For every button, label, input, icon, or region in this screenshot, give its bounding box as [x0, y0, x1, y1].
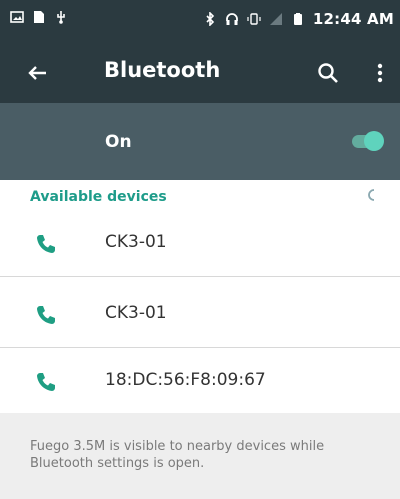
device-name: CK3-01 — [105, 303, 167, 323]
status-left-icons — [10, 10, 68, 24]
visibility-info-text: Fuego 3.5M is visible to nearby devices … — [30, 439, 325, 471]
sim-icon — [34, 11, 44, 23]
no-signal-icon — [269, 13, 282, 25]
device-name: 18:DC:56:F8:09:67 — [105, 370, 266, 390]
page-title: Bluetooth — [104, 58, 221, 82]
bluetooth-toggle-row[interactable]: On — [0, 103, 400, 180]
device-item[interactable]: 18:DC:56:F8:09:67 — [0, 348, 400, 414]
usb-icon — [57, 11, 65, 24]
phone-icon — [37, 306, 55, 324]
phone-icon — [37, 235, 55, 253]
bluetooth-icon — [206, 12, 215, 26]
search-icon[interactable] — [314, 59, 342, 87]
device-item[interactable]: CK3-01 — [0, 210, 400, 276]
more-options-icon[interactable] — [370, 59, 390, 87]
device-name: CK3-01 — [105, 232, 167, 252]
vibrate-icon — [247, 13, 261, 25]
image-icon — [10, 11, 24, 23]
status-right-icons: 12:44 AM — [203, 10, 394, 28]
loading-spinner-icon — [368, 189, 375, 201]
phone-icon — [37, 373, 55, 391]
bluetooth-switch-thumb[interactable] — [364, 131, 384, 151]
toggle-label: On — [105, 132, 132, 152]
device-item[interactable]: CK3-01 — [0, 281, 400, 347]
app-bar: Bluetooth — [0, 43, 400, 103]
available-devices-header: Available devices — [30, 189, 167, 205]
status-time: 12:44 AM — [312, 10, 394, 28]
headset-icon — [225, 13, 238, 25]
back-arrow-icon[interactable] — [24, 59, 52, 87]
status-bar: 12:44 AM — [0, 0, 400, 43]
battery-icon — [293, 13, 302, 25]
divider — [0, 276, 400, 277]
